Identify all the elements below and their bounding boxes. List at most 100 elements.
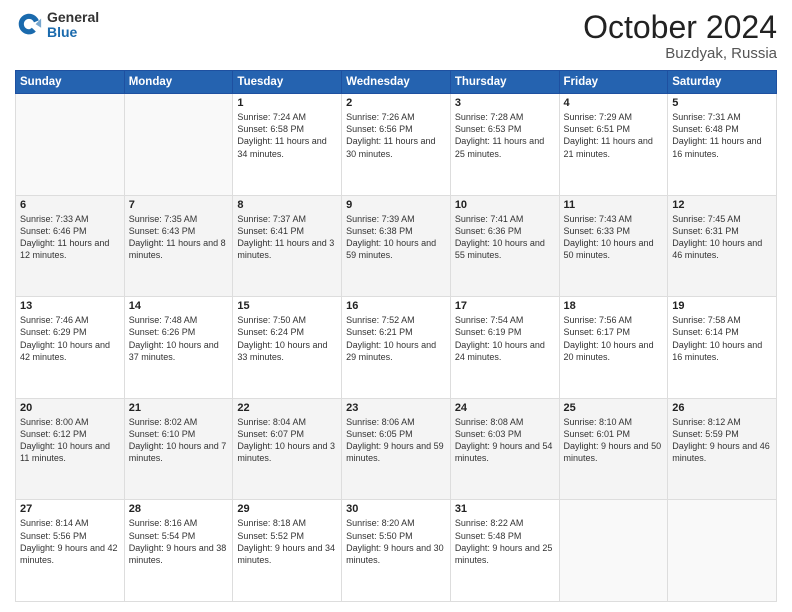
table-row: 11Sunrise: 7:43 AM Sunset: 6:33 PM Dayli… xyxy=(559,195,668,297)
col-wednesday: Wednesday xyxy=(342,71,451,94)
day-number: 3 xyxy=(455,97,555,109)
table-row: 2 Sunrise: 7:26 AM Sunset: 6:56 PM Daylig… xyxy=(342,94,451,196)
day-info: Sunrise: 7:35 AM Sunset: 6:43 PM Dayligh… xyxy=(129,213,229,262)
day-number: 15 xyxy=(237,300,337,312)
table-row: 21 Sunrise: 8:02 AM Sunset: 6:10 PM Dayli… xyxy=(124,398,233,500)
col-saturday: Saturday xyxy=(668,71,777,94)
col-thursday: Thursday xyxy=(450,71,559,94)
day-number: 28 xyxy=(129,503,229,515)
table-row: 4 Sunrise: 7:29 AM Sunset: 6:51 PM Daylig… xyxy=(559,94,668,196)
table-row: 15 Sunrise: 7:50 AM Sunset: 6:24 PM Dayli… xyxy=(233,297,342,399)
day-number: 13 xyxy=(20,300,120,312)
day-info: Sunrise: 7:50 AM Sunset: 6:24 PM Dayligh… xyxy=(237,314,337,363)
day-number: 7 xyxy=(129,199,229,211)
col-sunday: Sunday xyxy=(16,71,125,94)
day-number: 24 xyxy=(455,402,555,414)
day-info: Sunrise: 8:02 AM Sunset: 6:10 PM Dayligh… xyxy=(129,416,229,465)
day-number: 27 xyxy=(20,503,120,515)
day-info: Sunrise: 8:18 AM Sunset: 5:52 PM Dayligh… xyxy=(237,517,337,566)
day-info: Sunrise: 7:28 AM Sunset: 6:53 PM Dayligh… xyxy=(455,111,555,160)
table-row: 13 Sunrise: 7:46 AM Sunset: 6:29 PM Dayli… xyxy=(16,297,125,399)
day-info: Sunrise: 7:37 AM Sunset: 6:41 PM Dayligh… xyxy=(237,213,337,262)
table-row: 20Sunrise: 8:00 AM Sunset: 6:12 PM Dayli… xyxy=(16,398,125,500)
day-info: Sunrise: 8:16 AM Sunset: 5:54 PM Dayligh… xyxy=(129,517,229,566)
table-row: 14Sunrise: 7:48 AM Sunset: 6:26 PM Dayli… xyxy=(124,297,233,399)
table-row: 6Sunrise: 7:33 AM Sunset: 6:46 PM Daylig… xyxy=(16,195,125,297)
col-tuesday: Tuesday xyxy=(233,71,342,94)
day-info: Sunrise: 7:56 AM Sunset: 6:17 PM Dayligh… xyxy=(564,314,664,363)
day-number: 19 xyxy=(672,300,772,312)
table-row: 25 Sunrise: 8:10 AM Sunset: 6:01 PM Dayli… xyxy=(559,398,668,500)
table-row: 30 Sunrise: 8:20 AM Sunset: 5:50 PM Dayli… xyxy=(342,500,451,602)
table-row: 5 Sunrise: 7:31 AM Sunset: 6:48 PM Daylig… xyxy=(668,94,777,196)
table-row: 9 Sunrise: 7:39 AM Sunset: 6:38 PM Daylig… xyxy=(342,195,451,297)
calendar-week-row: 6Sunrise: 7:33 AM Sunset: 6:46 PM Daylig… xyxy=(16,195,777,297)
table-row: 3 Sunrise: 7:28 AM Sunset: 6:53 PM Daylig… xyxy=(450,94,559,196)
day-info: Sunrise: 7:26 AM Sunset: 6:56 PM Dayligh… xyxy=(346,111,446,160)
day-number: 21 xyxy=(129,402,229,414)
day-info: Sunrise: 7:52 AM Sunset: 6:21 PM Dayligh… xyxy=(346,314,446,363)
table-row: 12Sunrise: 7:45 AM Sunset: 6:31 PM Dayli… xyxy=(668,195,777,297)
calendar-week-row: 20Sunrise: 8:00 AM Sunset: 6:12 PM Dayli… xyxy=(16,398,777,500)
day-info: Sunrise: 7:41 AM Sunset: 6:36 PM Dayligh… xyxy=(455,213,555,262)
title-block: October 2024 Buzdyak, Russia xyxy=(583,10,777,62)
table-row: 23Sunrise: 8:06 AM Sunset: 6:05 PM Dayli… xyxy=(342,398,451,500)
day-info: Sunrise: 8:12 AM Sunset: 5:59 PM Dayligh… xyxy=(672,416,772,465)
day-number: 17 xyxy=(455,300,555,312)
calendar-week-row: 27 Sunrise: 8:14 AM Sunset: 5:56 PM Dayli… xyxy=(16,500,777,602)
table-row: 19 Sunrise: 7:58 AM Sunset: 6:14 PM Dayli… xyxy=(668,297,777,399)
day-info: Sunrise: 8:04 AM Sunset: 6:07 PM Dayligh… xyxy=(237,416,337,465)
logo-text: General Blue xyxy=(47,10,99,41)
day-number: 22 xyxy=(237,402,337,414)
col-friday: Friday xyxy=(559,71,668,94)
table-row: 31 Sunrise: 8:22 AM Sunset: 5:48 PM Dayli… xyxy=(450,500,559,602)
day-number: 4 xyxy=(564,97,664,109)
day-info: Sunrise: 7:45 AM Sunset: 6:31 PM Dayligh… xyxy=(672,213,772,262)
logo-blue-text: Blue xyxy=(47,24,77,40)
day-number: 26 xyxy=(672,402,772,414)
day-number: 30 xyxy=(346,503,446,515)
table-row: 10 Sunrise: 7:41 AM Sunset: 6:36 PM Dayli… xyxy=(450,195,559,297)
logo: General Blue xyxy=(15,10,99,41)
day-info: Sunrise: 8:08 AM Sunset: 6:03 PM Dayligh… xyxy=(455,416,555,465)
day-info: Sunrise: 7:46 AM Sunset: 6:29 PM Dayligh… xyxy=(20,314,120,363)
table-row: 16Sunrise: 7:52 AM Sunset: 6:21 PM Dayli… xyxy=(342,297,451,399)
header: General Blue October 2024 Buzdyak, Russi… xyxy=(15,10,777,62)
month-title: October 2024 xyxy=(583,10,777,45)
day-number: 10 xyxy=(455,199,555,211)
day-number: 25 xyxy=(564,402,664,414)
day-number: 2 xyxy=(346,97,446,109)
day-number: 31 xyxy=(455,503,555,515)
table-row: 26 Sunrise: 8:12 AM Sunset: 5:59 PM Dayli… xyxy=(668,398,777,500)
day-number: 14 xyxy=(129,300,229,312)
day-number: 18 xyxy=(564,300,664,312)
day-info: Sunrise: 8:20 AM Sunset: 5:50 PM Dayligh… xyxy=(346,517,446,566)
table-row xyxy=(16,94,125,196)
table-row: 24 Sunrise: 8:08 AM Sunset: 6:03 PM Dayli… xyxy=(450,398,559,500)
day-info: Sunrise: 7:58 AM Sunset: 6:14 PM Dayligh… xyxy=(672,314,772,363)
table-row: 28 Sunrise: 8:16 AM Sunset: 5:54 PM Dayli… xyxy=(124,500,233,602)
calendar-table: Sunday Monday Tuesday Wednesday Thursday… xyxy=(15,70,777,602)
table-row: 22 Sunrise: 8:04 AM Sunset: 6:07 PM Dayli… xyxy=(233,398,342,500)
location: Buzdyak, Russia xyxy=(583,45,777,62)
table-row xyxy=(668,500,777,602)
table-row xyxy=(124,94,233,196)
table-row: 7 Sunrise: 7:35 AM Sunset: 6:43 PM Daylig… xyxy=(124,195,233,297)
page: General Blue October 2024 Buzdyak, Russi… xyxy=(0,0,792,612)
day-number: 9 xyxy=(346,199,446,211)
day-number: 29 xyxy=(237,503,337,515)
day-number: 5 xyxy=(672,97,772,109)
day-info: Sunrise: 7:39 AM Sunset: 6:38 PM Dayligh… xyxy=(346,213,446,262)
table-row xyxy=(559,500,668,602)
table-row: 17Sunrise: 7:54 AM Sunset: 6:19 PM Dayli… xyxy=(450,297,559,399)
day-info: Sunrise: 7:29 AM Sunset: 6:51 PM Dayligh… xyxy=(564,111,664,160)
logo-general-text: General xyxy=(47,9,99,25)
day-number: 8 xyxy=(237,199,337,211)
day-info: Sunrise: 8:10 AM Sunset: 6:01 PM Dayligh… xyxy=(564,416,664,465)
day-info: Sunrise: 7:31 AM Sunset: 6:48 PM Dayligh… xyxy=(672,111,772,160)
day-info: Sunrise: 8:14 AM Sunset: 5:56 PM Dayligh… xyxy=(20,517,120,566)
day-number: 11 xyxy=(564,199,664,211)
calendar-week-row: 13 Sunrise: 7:46 AM Sunset: 6:29 PM Dayli… xyxy=(16,297,777,399)
day-info: Sunrise: 8:22 AM Sunset: 5:48 PM Dayligh… xyxy=(455,517,555,566)
calendar-week-row: 1Sunrise: 7:24 AM Sunset: 6:58 PM Daylig… xyxy=(16,94,777,196)
